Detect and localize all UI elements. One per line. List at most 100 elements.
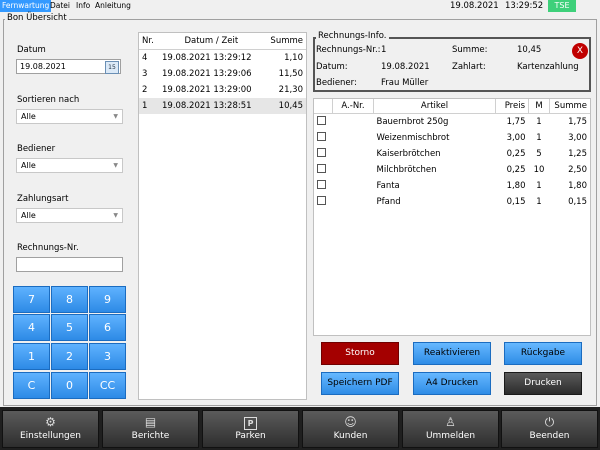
- invoice-input[interactable]: [16, 257, 123, 272]
- item-row[interactable]: Weizenmischbrot 3,00 1 3,00: [314, 130, 590, 146]
- bill-row[interactable]: 2 19.08.2021 13:29:00 21,30: [139, 82, 306, 98]
- item-qty: 1: [536, 133, 542, 143]
- item-row[interactable]: Milchbrötchen 0,25 10 2,50: [314, 162, 590, 178]
- item-qty: 1: [536, 197, 542, 207]
- col-datetime[interactable]: Datum / Zeit: [159, 33, 264, 50]
- key-9[interactable]: 9: [89, 286, 126, 313]
- menu-info[interactable]: Info: [74, 0, 92, 12]
- save-pdf-button[interactable]: Speichern PDF: [321, 372, 399, 395]
- date-input[interactable]: 19.08.2021 15: [16, 59, 121, 74]
- exit-label: Beenden: [529, 431, 570, 441]
- bill-row[interactable]: 4 19.08.2021 13:29:12 1,10: [139, 50, 306, 67]
- bill-sum: 21,30: [278, 85, 303, 95]
- item-sum: 1,75: [568, 117, 587, 127]
- item-checkbox[interactable]: [317, 148, 326, 157]
- a4-print-button[interactable]: A4 Drucken: [413, 372, 491, 395]
- menu-fernwartung[interactable]: Fernwartung: [0, 0, 52, 12]
- park-button[interactable]: P Parken: [202, 410, 299, 448]
- print-button[interactable]: Drucken: [504, 372, 582, 395]
- tse-badge: TSE: [548, 0, 576, 12]
- switch-user-button[interactable]: ♙ Ummelden: [402, 410, 499, 448]
- item-checkbox[interactable]: [317, 164, 326, 173]
- bills-list: Nr. Datum / Zeit Summe 4 19.08.2021 13:29…: [138, 32, 307, 400]
- info-pay-label: Zahlart:: [452, 62, 486, 72]
- col-sum[interactable]: Summe: [263, 33, 306, 50]
- key-clear-all[interactable]: CC: [89, 372, 126, 399]
- customers-button[interactable]: ☺ Kunden: [302, 410, 399, 448]
- item-price: 1,75: [506, 117, 526, 127]
- bill-row[interactable]: 3 19.08.2021 13:29:06 11,50: [139, 66, 306, 82]
- item-anr: [333, 130, 374, 146]
- info-pay-value: Kartenzahlung: [517, 62, 579, 72]
- invoice-info-title: Rechnungs-Info.: [316, 31, 389, 41]
- key-3[interactable]: 3: [89, 343, 126, 370]
- col-total[interactable]: Summe: [549, 99, 590, 114]
- settings-button[interactable]: ⚙ Einstellungen: [2, 410, 99, 448]
- reports-label: Berichte: [131, 431, 170, 441]
- calendar-icon[interactable]: 15: [105, 61, 119, 74]
- item-checkbox[interactable]: [317, 116, 326, 125]
- key-1[interactable]: 1: [13, 343, 50, 370]
- menu-datei[interactable]: Datei: [48, 0, 72, 12]
- bill-row-selected[interactable]: 1 19.08.2021 13:28:51 10,45: [139, 98, 306, 114]
- exit-button[interactable]: ⏻ Beenden: [501, 410, 598, 448]
- close-icon[interactable]: X: [572, 43, 588, 59]
- status-time: 13:29:52: [505, 1, 544, 11]
- item-qty: 5: [536, 149, 542, 159]
- key-7[interactable]: 7: [13, 286, 50, 313]
- date-value: 19.08.2021: [20, 62, 66, 71]
- info-sum-label: Summe:: [452, 45, 488, 55]
- item-sum: 0,15: [568, 197, 587, 207]
- item-row[interactable]: Pfand 0,15 1 0,15: [314, 194, 590, 210]
- item-anr: [333, 162, 374, 178]
- col-price[interactable]: Preis: [495, 99, 529, 114]
- key-clear[interactable]: C: [13, 372, 50, 399]
- park-label: Parken: [235, 431, 266, 441]
- refund-button[interactable]: Rückgabe: [504, 342, 582, 365]
- item-price: 3,00: [506, 133, 526, 143]
- sort-select[interactable]: Alle ▼: [16, 109, 123, 124]
- key-5[interactable]: 5: [51, 314, 88, 341]
- status-date: 19.08.2021: [450, 1, 499, 11]
- gear-icon: ⚙: [45, 415, 56, 429]
- bill-nr: 1: [139, 98, 159, 114]
- item-sum: 2,50: [568, 165, 587, 175]
- customers-label: Kunden: [333, 431, 368, 441]
- reactivate-button[interactable]: Reaktivieren: [413, 342, 491, 365]
- waiter-select[interactable]: Alle ▼: [16, 158, 123, 173]
- user-switch-icon: ♙: [445, 415, 456, 429]
- storno-button[interactable]: Storno: [321, 342, 399, 365]
- key-6[interactable]: 6: [89, 314, 126, 341]
- key-8[interactable]: 8: [51, 286, 88, 313]
- col-anr[interactable]: A.-Nr.: [332, 99, 374, 114]
- item-price: 0,15: [506, 197, 526, 207]
- bill-datetime: 19.08.2021 13:28:51: [159, 98, 264, 114]
- item-name: Weizenmischbrot: [376, 133, 450, 143]
- item-sum: 3,00: [568, 133, 587, 143]
- reports-button[interactable]: ▤ Berichte: [102, 410, 199, 448]
- sort-label: Sortieren nach: [17, 95, 80, 105]
- item-row[interactable]: Kaiserbrötchen 0,25 5 1,25: [314, 146, 590, 162]
- item-anr: [333, 114, 374, 131]
- payment-select[interactable]: Alle ▼: [16, 208, 123, 223]
- col-check: [314, 99, 333, 114]
- item-row[interactable]: Fanta 1,80 1 1,80: [314, 178, 590, 194]
- item-name: Kaiserbrötchen: [376, 149, 441, 159]
- key-0[interactable]: 0: [51, 372, 88, 399]
- item-checkbox[interactable]: [317, 132, 326, 141]
- key-4[interactable]: 4: [13, 314, 50, 341]
- sort-value: Alle: [21, 112, 36, 121]
- item-anr: [333, 178, 374, 194]
- col-nr[interactable]: Nr.: [139, 33, 159, 50]
- item-checkbox[interactable]: [317, 180, 326, 189]
- menu-anleitung[interactable]: Anleitung: [93, 0, 133, 12]
- item-name: Pfand: [376, 197, 401, 207]
- parking-icon: P: [203, 414, 298, 430]
- item-anr: [333, 194, 374, 210]
- key-2[interactable]: 2: [51, 343, 88, 370]
- item-row[interactable]: Bauernbrot 250g 1,75 1 1,75: [314, 114, 590, 131]
- col-article[interactable]: Artikel: [373, 99, 496, 114]
- item-checkbox[interactable]: [317, 196, 326, 205]
- col-qty[interactable]: M: [528, 99, 550, 114]
- item-name: Milchbrötchen: [376, 165, 437, 175]
